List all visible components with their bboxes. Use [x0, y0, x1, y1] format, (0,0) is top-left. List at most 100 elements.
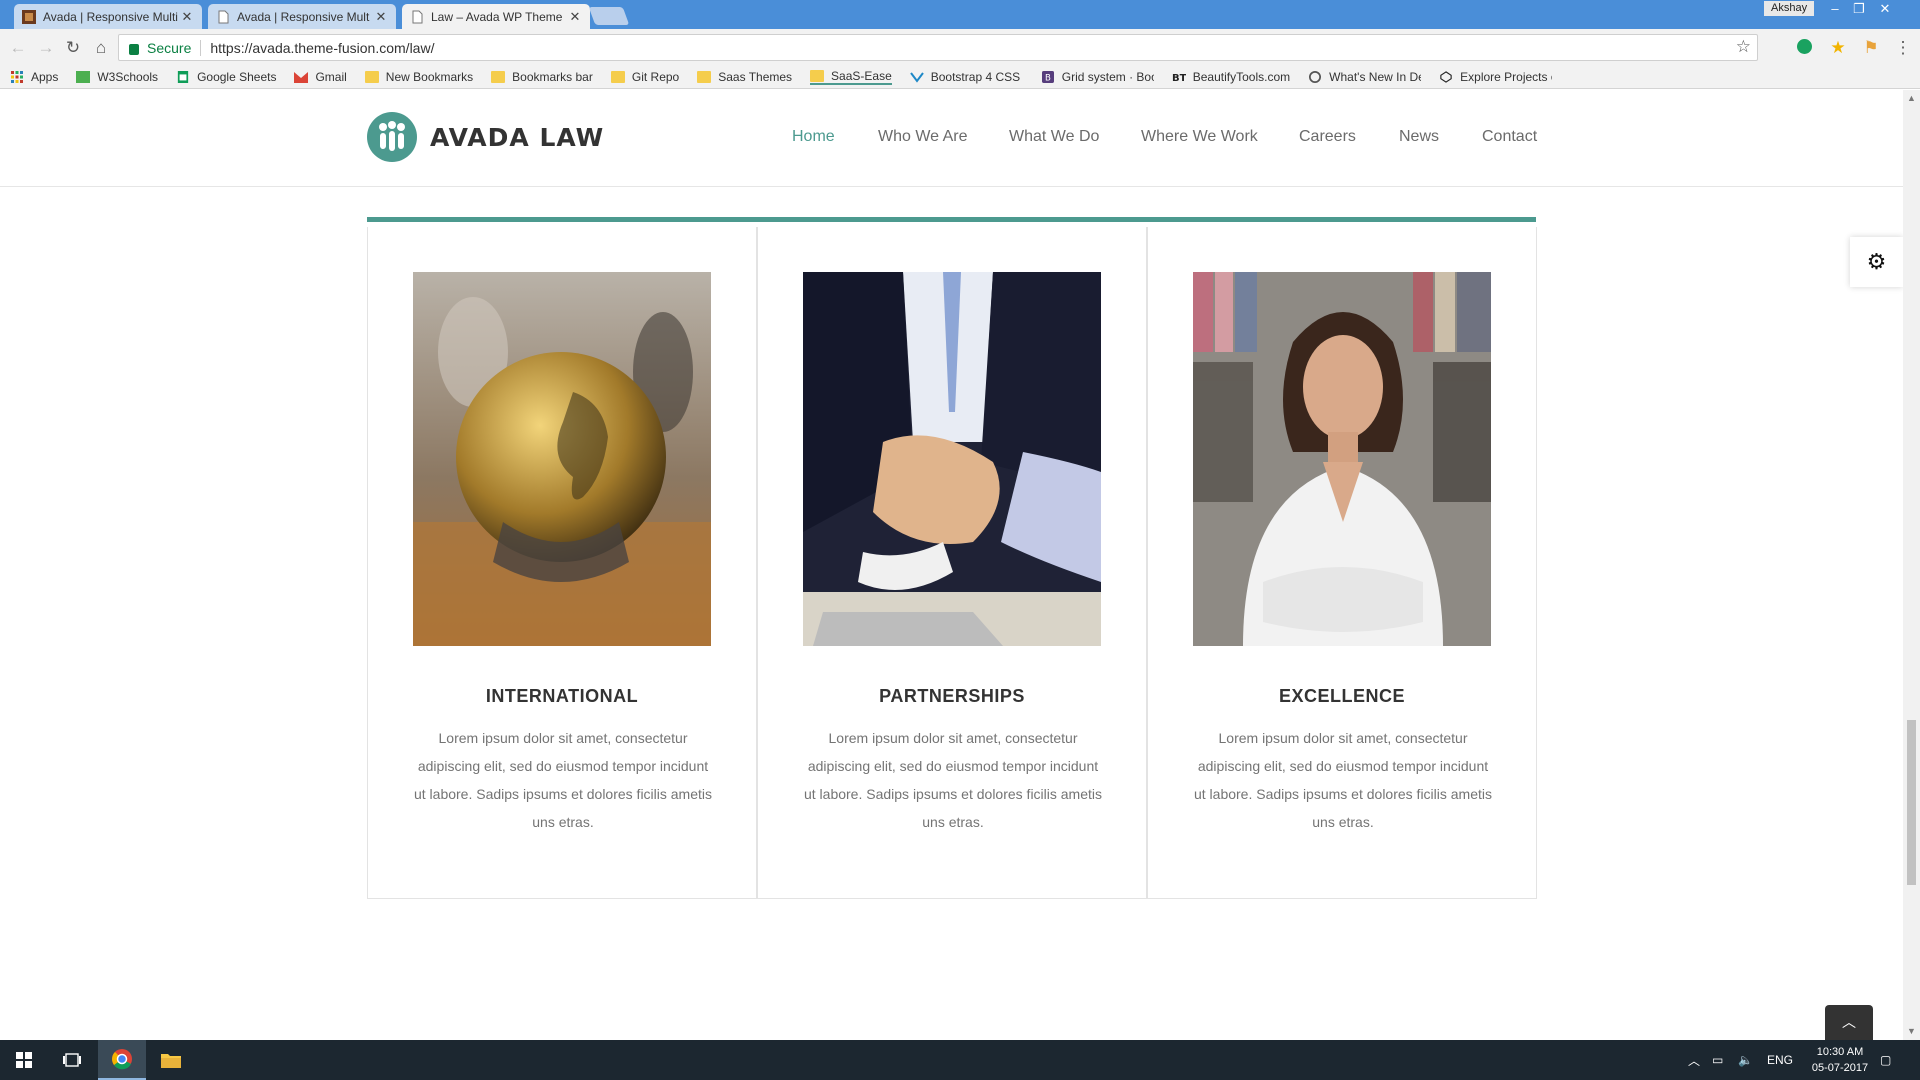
- close-tab-icon[interactable]: ✕: [568, 9, 582, 25]
- browser-tab-active[interactable]: Law – Avada WP Theme ✕: [402, 4, 590, 29]
- network-icon[interactable]: ▭: [1712, 1040, 1723, 1080]
- folder-icon: [364, 70, 379, 83]
- bookmark-google-sheets[interactable]: Google Sheets: [176, 70, 276, 84]
- feature-card-international: INTERNATIONAL Lorem ipsum dolor sit amet…: [367, 227, 757, 899]
- folder-icon: [810, 69, 825, 82]
- gmail-icon: [294, 71, 309, 83]
- settings-gear-icon[interactable]: ⚙: [1850, 237, 1903, 287]
- bookmark-folder[interactable]: Saas Themes: [697, 70, 792, 84]
- browser-tab[interactable]: Avada | Responsive Multi ✕: [14, 4, 202, 29]
- profile-name[interactable]: Akshay: [1764, 1, 1815, 16]
- reload-icon[interactable]: ↻: [63, 38, 83, 58]
- bookmark-apps[interactable]: Apps: [10, 70, 58, 84]
- logo-text: AVADA LAW: [430, 122, 605, 152]
- bookmark-devtools[interactable]: What's New In DevTo: [1308, 70, 1421, 84]
- features-section: INTERNATIONAL Lorem ipsum dolor sit amet…: [367, 217, 1537, 899]
- language-indicator[interactable]: ENG: [1767, 1040, 1793, 1080]
- bookmark-label: Gmail: [315, 69, 347, 84]
- devtools-icon: [1309, 70, 1322, 83]
- page-viewport: AVADA LAW Home Who We Are What We Do Whe…: [0, 90, 1903, 1040]
- volume-mute-icon[interactable]: 🔈: [1738, 1040, 1753, 1080]
- nav-careers[interactable]: Careers: [1299, 128, 1356, 146]
- page-favicon-icon: [218, 10, 229, 23]
- close-window-icon[interactable]: ✕: [1873, 2, 1897, 16]
- nav-contact[interactable]: Contact: [1482, 128, 1537, 146]
- file-explorer-icon[interactable]: [147, 1040, 195, 1080]
- nav-news[interactable]: News: [1399, 128, 1439, 146]
- folder-icon: [610, 70, 625, 83]
- folder-icon: [491, 70, 506, 83]
- bookmark-label: Apps: [31, 69, 59, 84]
- scrollbar-thumb[interactable]: [1907, 720, 1916, 885]
- sheets-icon: [177, 70, 189, 83]
- address-bar[interactable]: Secure https://avada.theme-fusion.com/la…: [118, 34, 1758, 61]
- bookmark-folder[interactable]: Git Repo: [610, 69, 680, 84]
- feature-title: PARTNERSHIPS: [879, 686, 1025, 706]
- bookmark-label: BeautifyTools.com: [1192, 69, 1291, 84]
- browser-tab-strip: Avada | Responsive Multi ✕ Avada | Respo…: [0, 0, 1920, 29]
- feature-text: Lorem ipsum dolor sit amet, consectetur …: [1193, 730, 1493, 830]
- bookmark-label: Google Sheets: [197, 69, 277, 84]
- bookmark-w3schools[interactable]: W3Schools: [76, 70, 158, 84]
- extension-paint-icon[interactable]: ⚑: [1861, 38, 1881, 58]
- menu-icon[interactable]: ⋮: [1893, 38, 1913, 58]
- taskbar-clock[interactable]: 10:30 AM 05-07-2017: [1808, 1044, 1872, 1076]
- back-icon[interactable]: ←: [8, 38, 28, 58]
- clock-time: 10:30 AM: [1816, 1046, 1864, 1058]
- browser-tab[interactable]: Avada | Responsive Mult ✕: [208, 4, 396, 29]
- clock-date: 05-07-2017: [1811, 1062, 1869, 1074]
- forward-icon[interactable]: →: [36, 38, 56, 58]
- bookmark-folder[interactable]: SaaS-Ease: [810, 69, 892, 85]
- bookmark-label: Git Repo: [631, 69, 680, 84]
- nav-who-we-are[interactable]: Who We Are: [878, 128, 968, 146]
- bookmark-star-icon[interactable]: ☆: [1736, 37, 1751, 57]
- bookmark-label: Grid system · Bootstr: [1061, 69, 1154, 84]
- logo-people-icon: [367, 112, 417, 162]
- home-icon[interactable]: ⌂: [91, 38, 111, 58]
- bookmark-label: SaaS-Ease: [831, 68, 892, 83]
- minimize-icon[interactable]: –: [1823, 2, 1847, 16]
- bookmark-folder[interactable]: Bookmarks bar: [491, 70, 593, 84]
- avada-favicon-icon: [22, 9, 36, 24]
- tab-title: Avada | Responsive Multi: [43, 9, 178, 24]
- tab-title: Avada | Responsive Mult: [237, 9, 370, 24]
- bookmark-label: Explore Projects on C: [1460, 69, 1552, 84]
- bookmark-gmail[interactable]: Gmail: [294, 69, 347, 84]
- svg-text:B: B: [1045, 73, 1051, 83]
- feature-card-partnerships: PARTNERSHIPS Lorem ipsum dolor sit amet,…: [757, 227, 1147, 899]
- feature-text: Lorem ipsum dolor sit amet, consectetur …: [803, 730, 1103, 830]
- folder-icon: [697, 70, 712, 83]
- beautifytools-icon: BT: [1172, 73, 1186, 83]
- bookmark-bootstrap-css[interactable]: Bootstrap 4 CSS Clas: [909, 70, 1023, 84]
- w3schools-icon: [76, 70, 91, 83]
- close-tab-icon[interactable]: ✕: [374, 9, 388, 25]
- bootstrap-icon: B: [1041, 70, 1054, 83]
- scroll-up-icon[interactable]: ▲: [1903, 90, 1920, 107]
- bookmark-grid-system[interactable]: B Grid system · Bootstr: [1041, 70, 1154, 84]
- nav-where-we-work[interactable]: Where We Work: [1141, 128, 1258, 146]
- nav-what-we-do[interactable]: What We Do: [1009, 128, 1099, 146]
- feature-title: EXCELLENCE: [1278, 686, 1406, 706]
- scroll-to-top-button[interactable]: ︿: [1825, 1005, 1873, 1040]
- bookmark-folder[interactable]: New Bookmarks: [364, 70, 473, 84]
- page-scrollbar[interactable]: ▲ ▼: [1903, 90, 1920, 1040]
- scroll-down-icon[interactable]: ▼: [1903, 1023, 1920, 1040]
- extension-star-icon[interactable]: ★: [1828, 38, 1848, 58]
- feature-title: INTERNATIONAL: [485, 686, 639, 706]
- site-logo[interactable]: AVADA LAW: [367, 112, 604, 162]
- tray-chevron-icon[interactable]: ︿: [1688, 1040, 1700, 1080]
- windows-start-icon[interactable]: [0, 1040, 48, 1080]
- bookmark-label: What's New In DevTo: [1329, 69, 1421, 84]
- chrome-taskbar-icon[interactable]: [98, 1040, 146, 1080]
- feature-text: Lorem ipsum dolor sit amet, consectetur …: [413, 730, 713, 830]
- new-tab-button[interactable]: [588, 7, 630, 25]
- close-tab-icon[interactable]: ✕: [180, 9, 194, 25]
- action-center-icon[interactable]: ▢: [1880, 1040, 1891, 1080]
- restore-icon[interactable]: ❐: [1847, 2, 1871, 16]
- task-view-icon[interactable]: [48, 1040, 96, 1080]
- bookmark-beautifytools[interactable]: BT BeautifyTools.com: [1172, 70, 1290, 84]
- nav-home[interactable]: Home: [792, 128, 835, 146]
- bookmark-codepen[interactable]: Explore Projects on C: [1439, 70, 1552, 84]
- apps-grid-icon: [11, 70, 23, 83]
- extension-green-icon[interactable]: [1797, 39, 1812, 54]
